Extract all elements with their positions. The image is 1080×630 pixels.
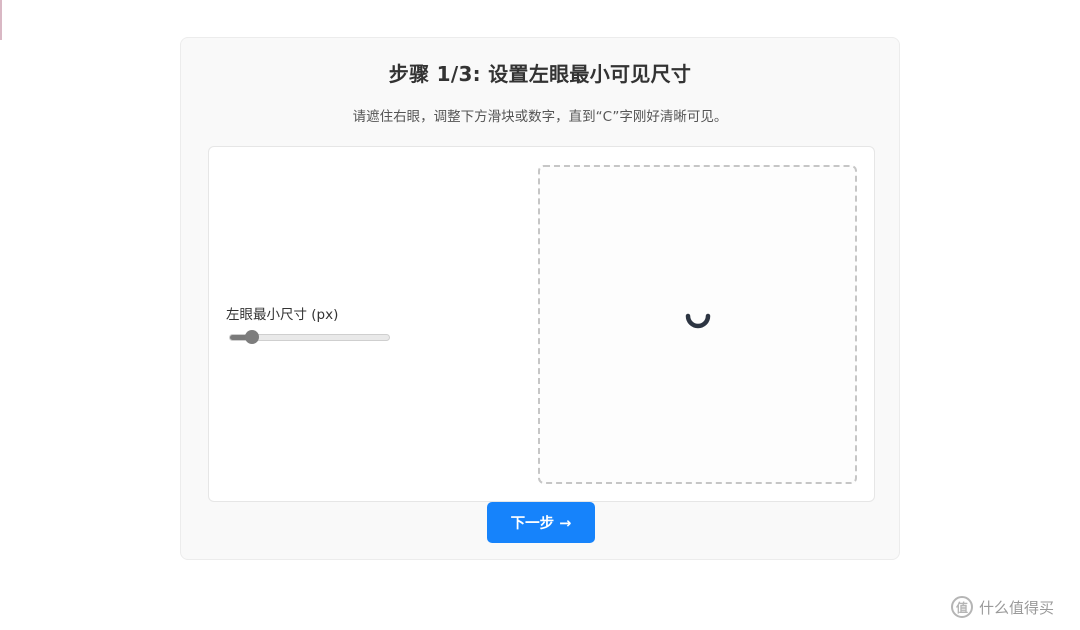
landolt-c-glyph [685,313,711,329]
watermark: 值 什么值得买 [951,596,1054,618]
page: 步骤 1/3: 设置左眼最小可见尺寸 请遮住右眼，调整下方滑块或数字，直到“C”… [0,0,1080,630]
slider-thumb[interactable] [245,330,259,344]
window-edge-accent [0,0,2,40]
smzdm-logo-icon: 值 [951,596,973,618]
preview-area [538,165,857,484]
watermark-text: 什么值得买 [979,598,1055,617]
calibration-panel: 左眼最小尺寸 (px) [208,146,875,502]
min-size-label: 左眼最小尺寸 (px) [226,307,339,323]
step-title: 步骤 1/3: 设置左眼最小可见尺寸 [388,62,692,86]
calibration-card: 步骤 1/3: 设置左眼最小可见尺寸 请遮住右眼，调整下方滑块或数字，直到“C”… [180,37,900,560]
next-step-button[interactable]: 下一步 → [487,502,595,543]
step-instruction: 请遮住右眼，调整下方滑块或数字，直到“C”字刚好清晰可见。 [352,109,728,125]
